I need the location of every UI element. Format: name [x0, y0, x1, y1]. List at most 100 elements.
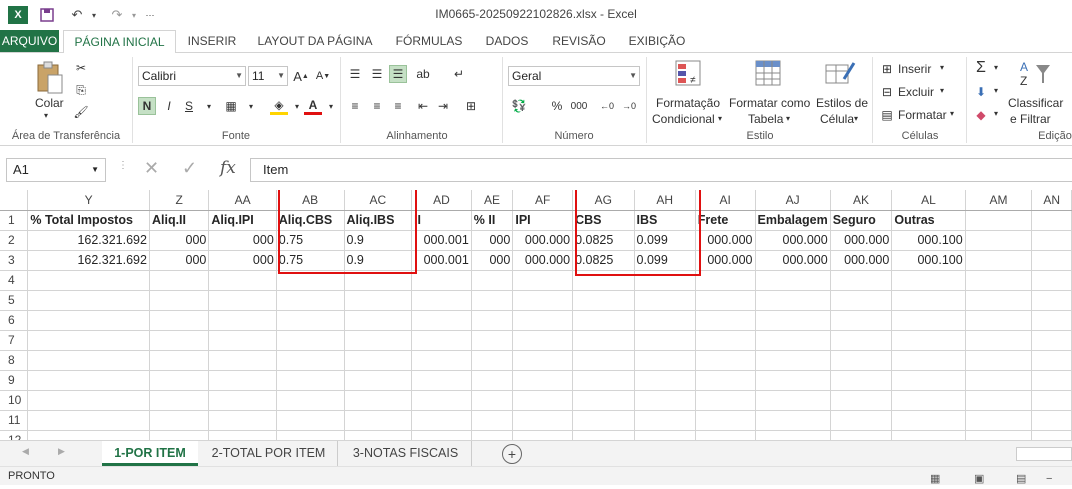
cell[interactable] [471, 310, 514, 331]
cell[interactable] [344, 430, 413, 440]
cell[interactable] [634, 290, 696, 311]
cell[interactable] [695, 390, 756, 411]
sheet-tab-1[interactable]: 1-POR ITEM [102, 441, 198, 466]
cell[interactable] [1031, 370, 1072, 391]
cell[interactable]: Seguro [830, 210, 893, 231]
enter-icon[interactable]: ✓ [182, 158, 197, 179]
cell[interactable] [1031, 230, 1072, 251]
cell[interactable] [965, 250, 1033, 271]
cell[interactable] [471, 350, 514, 371]
cell[interactable]: 000.000 [695, 250, 756, 271]
cell[interactable]: 0.0825 [572, 250, 635, 271]
cell[interactable] [27, 430, 150, 440]
cell[interactable] [471, 390, 514, 411]
cell[interactable] [149, 310, 210, 331]
cell-styles-label-2[interactable]: Célula [820, 112, 854, 126]
cell[interactable] [1031, 410, 1072, 431]
cell[interactable] [830, 410, 893, 431]
cell[interactable] [965, 310, 1033, 331]
cell[interactable] [755, 410, 831, 431]
cell[interactable] [471, 370, 514, 391]
cell[interactable] [634, 330, 696, 351]
column-header[interactable]: AA [208, 190, 277, 211]
cell[interactable] [755, 430, 831, 440]
cell[interactable] [755, 370, 831, 391]
cell[interactable]: IPI [512, 210, 574, 231]
orientation-icon[interactable]: ab [414, 65, 432, 83]
name-box[interactable]: A1 ▼ [6, 158, 106, 182]
cell[interactable] [276, 270, 345, 291]
column-header[interactable]: AC [344, 190, 413, 211]
cell[interactable]: 000.001 [411, 230, 472, 251]
row-header[interactable]: 7 [0, 330, 29, 351]
align-bottom-icon[interactable]: ☰ [389, 65, 407, 83]
format-as-table-label-2[interactable]: Tabela [748, 112, 783, 126]
cell[interactable]: 0.75 [276, 250, 345, 271]
cell[interactable] [965, 370, 1033, 391]
cell[interactable] [27, 370, 150, 391]
chevron-down-icon[interactable]: ▾ [940, 86, 944, 95]
conditional-formatting-label-1[interactable]: Formatação [656, 96, 720, 110]
cell[interactable]: 000.000 [512, 230, 574, 251]
merge-center-icon[interactable]: ⊞ [462, 97, 480, 115]
cell[interactable]: 000.000 [695, 230, 756, 251]
cell[interactable] [695, 310, 756, 331]
column-header[interactable]: AE [471, 190, 514, 211]
cell[interactable] [27, 270, 150, 291]
cell[interactable] [634, 410, 696, 431]
cell[interactable] [276, 310, 345, 331]
cell[interactable] [471, 270, 514, 291]
format-painter-icon[interactable]: 🖌 [72, 103, 90, 121]
accounting-format-icon[interactable]: 💱 [510, 97, 528, 115]
cell-styles-icon[interactable] [824, 59, 856, 91]
cell[interactable]: 0.9 [344, 250, 413, 271]
sort-filter-label-2[interactable]: e Filtrar [1010, 112, 1051, 126]
cell[interactable] [344, 350, 413, 371]
cell[interactable] [891, 370, 966, 391]
cell[interactable] [149, 430, 210, 440]
cell[interactable] [965, 330, 1033, 351]
column-header[interactable]: Y [27, 190, 150, 211]
cell[interactable] [965, 270, 1033, 291]
column-header[interactable]: AD [411, 190, 472, 211]
cell[interactable] [572, 430, 635, 440]
column-header[interactable]: AG [572, 190, 635, 211]
cell[interactable] [208, 390, 277, 411]
cell[interactable] [344, 310, 413, 331]
cell[interactable] [1031, 390, 1072, 411]
cell[interactable] [572, 390, 635, 411]
cell[interactable] [411, 290, 472, 311]
column-header[interactable]: AH [634, 190, 696, 211]
format-cells-label[interactable]: Formatar [898, 108, 947, 122]
decrease-indent-icon[interactable]: ⇤ [414, 97, 432, 115]
row-header[interactable]: 2 [0, 230, 29, 251]
column-header[interactable]: AK [830, 190, 893, 211]
chevron-down-icon[interactable]: ▾ [994, 109, 998, 118]
cell[interactable] [572, 270, 635, 291]
cell[interactable]: 000.000 [512, 250, 574, 271]
borders-dropdown-icon[interactable]: ▾ [242, 97, 260, 115]
cell[interactable] [695, 370, 756, 391]
tab-inserir[interactable]: INSERIR [182, 30, 242, 52]
cell[interactable] [471, 330, 514, 351]
cell[interactable] [149, 390, 210, 411]
cell[interactable] [512, 410, 574, 431]
cell[interactable]: 0.0825 [572, 230, 635, 251]
row-header[interactable]: 10 [0, 390, 29, 411]
column-header[interactable]: AN [1031, 190, 1072, 211]
cell[interactable] [411, 270, 472, 291]
cell[interactable] [634, 370, 696, 391]
cell[interactable] [634, 350, 696, 371]
cell[interactable] [27, 350, 150, 371]
cell[interactable] [1031, 210, 1072, 231]
cell[interactable] [830, 370, 893, 391]
cell[interactable]: Aliq.CBS [276, 210, 345, 231]
cell[interactable] [634, 310, 696, 331]
cell[interactable]: 000.000 [830, 250, 893, 271]
paste-dropdown-icon[interactable]: ▾ [44, 111, 48, 120]
add-sheet-icon[interactable]: + [502, 444, 522, 464]
column-header[interactable]: AJ [755, 190, 831, 211]
cell[interactable] [411, 390, 472, 411]
cell[interactable] [149, 350, 210, 371]
select-all-corner[interactable] [0, 190, 29, 211]
